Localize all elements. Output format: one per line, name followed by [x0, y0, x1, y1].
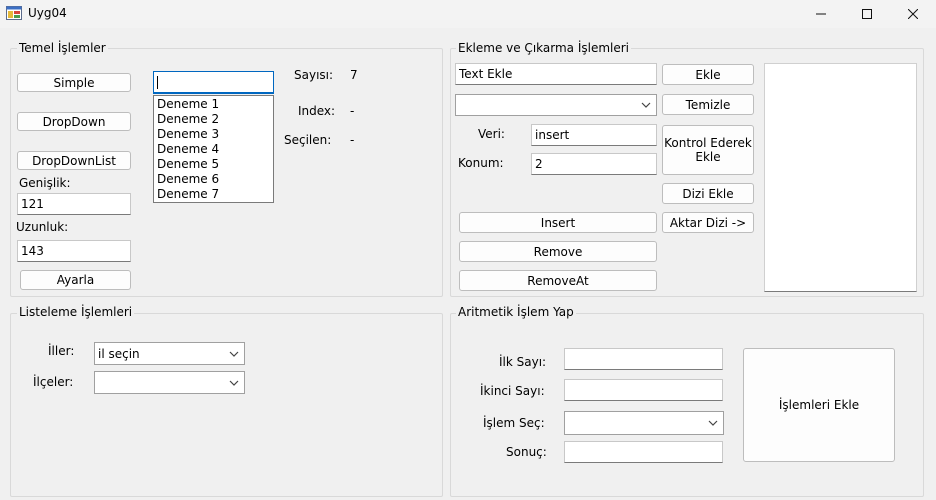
ilk-sayi-label: İlk Sayı: [499, 355, 547, 369]
list-item[interactable]: Deneme 7 [154, 187, 273, 202]
sonuc-input[interactable] [564, 441, 723, 463]
genislik-label: Genişlik: [19, 176, 71, 190]
minimize-icon [816, 13, 826, 15]
close-icon [908, 9, 918, 19]
temel-islemler-title: Temel İşlemler [17, 41, 108, 55]
chevron-down-icon [708, 420, 718, 426]
veri-input[interactable]: insert [531, 124, 657, 146]
secilen-label: Seçilen: [284, 133, 332, 147]
list-item[interactable]: Deneme 6 [154, 172, 273, 187]
insert-button[interactable]: Insert [459, 212, 657, 233]
iller-combo[interactable]: il seçin [94, 342, 245, 365]
remove-button[interactable]: Remove [459, 241, 657, 262]
ayarla-button[interactable]: Ayarla [20, 270, 131, 290]
konum-label: Konum: [458, 156, 504, 170]
text-caret [157, 76, 158, 89]
temizle-button[interactable]: Temizle [662, 94, 754, 115]
aritmetik-title: Aritmetik İşlem Yap [456, 305, 576, 319]
minimize-button[interactable] [798, 0, 844, 28]
veri-label: Veri: [478, 127, 505, 141]
ekleme-title: Ekleme ve Çıkarma İşlemleri [456, 41, 631, 55]
iller-label: İller: [48, 344, 75, 358]
uzunluk-input[interactable]: 143 [17, 240, 131, 262]
removeat-button[interactable]: RemoveAt [459, 270, 657, 291]
ekle-button[interactable]: Ekle [662, 64, 754, 85]
sonuc-label: Sonuç: [506, 445, 547, 459]
maximize-icon [862, 9, 872, 19]
simple-combo-input[interactable] [153, 71, 274, 94]
ilceler-label: İlçeler: [33, 375, 74, 389]
chevron-down-icon [229, 380, 239, 386]
index-label: Index: [298, 104, 336, 118]
chevron-down-icon [641, 102, 651, 108]
iller-combo-value: il seçin [98, 346, 140, 361]
dizi-ekle-button[interactable]: Dizi Ekle [662, 183, 754, 204]
close-button[interactable] [890, 0, 936, 28]
sayisi-label: Sayısı: [294, 68, 334, 82]
ilceler-combo[interactable] [94, 371, 245, 394]
sayisi-value: 7 [350, 68, 358, 82]
uzunluk-label: Uzunluk: [16, 220, 69, 234]
listeleme-title: Listeleme İşlemleri [17, 305, 135, 319]
app-icon [6, 6, 22, 20]
islem-sec-combo[interactable] [564, 411, 724, 435]
list-item[interactable]: Deneme 2 [154, 112, 273, 127]
kontrol-ederek-ekle-button[interactable]: Kontrol Ederek Ekle [662, 125, 754, 175]
list-item[interactable]: Deneme 1 [154, 97, 273, 112]
text-ekle-input[interactable]: Text Ekle [455, 63, 657, 85]
chevron-down-icon [229, 351, 239, 357]
ilk-sayi-input[interactable] [564, 348, 723, 370]
title-bar [0, 0, 936, 28]
ekleme-combo[interactable] [455, 94, 657, 116]
secilen-value: - [350, 133, 355, 147]
islem-sec-label: İşlem Seç: [483, 416, 545, 430]
islemleri-ekle-button[interactable]: İşlemleri Ekle [743, 348, 895, 462]
window-title: Uyg04 [28, 6, 67, 20]
dropdown-button[interactable]: DropDown [17, 112, 131, 131]
konum-input[interactable]: 2 [531, 153, 657, 175]
ekleme-listbox[interactable] [764, 63, 917, 292]
ikinci-sayi-label: İkinci Sayı: [480, 384, 545, 398]
simple-combo-list[interactable]: Deneme 1 Deneme 2 Deneme 3 Deneme 4 Dene… [153, 95, 274, 203]
list-item[interactable]: Deneme 4 [154, 142, 273, 157]
ikinci-sayi-input[interactable] [564, 379, 723, 401]
list-item[interactable]: Deneme 3 [154, 127, 273, 142]
listeleme-group [10, 313, 443, 497]
genislik-input[interactable]: 121 [17, 193, 131, 215]
dropdownlist-button[interactable]: DropDownList [17, 151, 131, 170]
list-item[interactable]: Deneme 5 [154, 157, 273, 172]
maximize-button[interactable] [844, 0, 890, 28]
aktar-dizi-button[interactable]: Aktar Dizi -> [662, 212, 754, 233]
index-value: - [350, 104, 355, 118]
simple-button[interactable]: Simple [17, 73, 131, 92]
